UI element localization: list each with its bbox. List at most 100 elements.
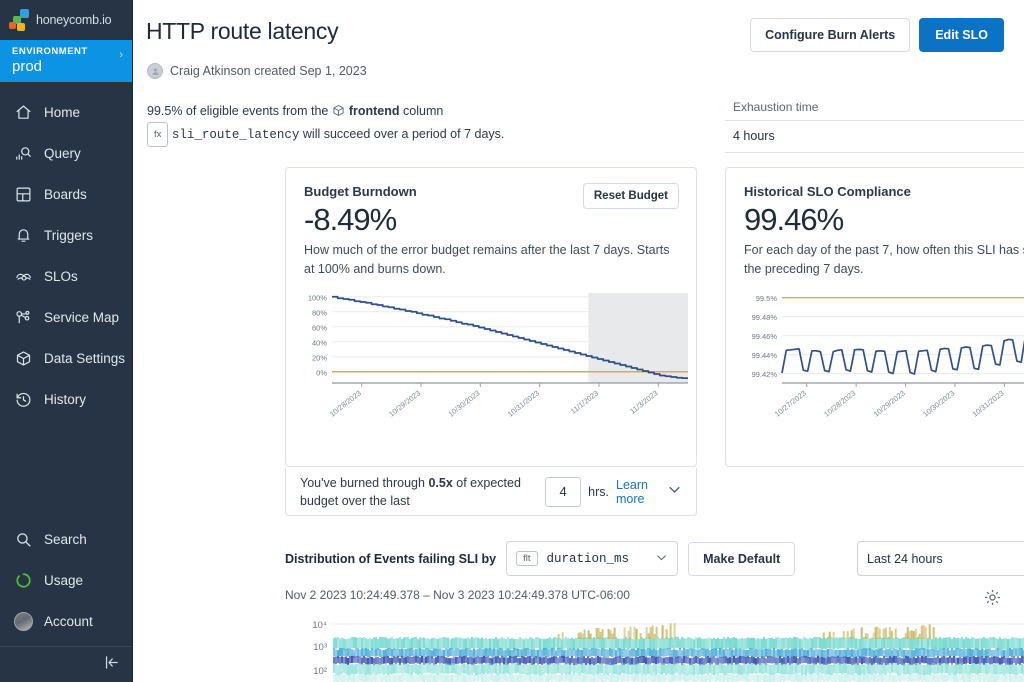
sidebar-item-history[interactable]: History <box>0 379 132 420</box>
burn-hours-input[interactable] <box>545 476 582 507</box>
distribution-timestamp: Nov 2 2023 10:24:49.378 – Nov 3 2023 10:… <box>285 588 630 602</box>
sidebar-item-service-map[interactable]: Service Map <box>0 297 132 338</box>
sli-suffix: will succeed over a period of 7 days. <box>302 126 505 141</box>
make-default-button[interactable]: Make Default <box>688 541 796 576</box>
svg-text:10⁴: 10⁴ <box>312 620 327 631</box>
svg-text:10/28/2023: 10/28/2023 <box>328 388 363 418</box>
exhaustion-table: Exhaustion time Status 4 hours Triggered <box>725 100 1024 153</box>
main-content: HTTP route latency Configure Burn Alerts… <box>133 0 1024 682</box>
chevron-right-icon: › <box>119 49 123 61</box>
column-header-exhaustion-time: Exhaustion time <box>733 100 819 114</box>
duration-ms-distribution-heatmap[interactable]: 10⁴ 10³ 10² <box>285 612 1024 682</box>
sidebar-collapse-button[interactable] <box>0 646 132 682</box>
card-description: How much of the error budget remains aft… <box>304 243 670 276</box>
chevron-down-icon[interactable] <box>665 482 684 501</box>
boards-grid-icon <box>14 185 33 204</box>
burn-rate-text: You've burned through 0.5x of expected b… <box>300 474 538 510</box>
sidebar-item-label: History <box>44 392 87 407</box>
sli-column-word: column <box>403 104 444 118</box>
time-range-value: Last 24 hours <box>867 551 943 566</box>
svg-text:10/31/2023: 10/31/2023 <box>971 388 1006 418</box>
svg-text:10/28/2023: 10/28/2023 <box>822 388 857 418</box>
sidebar-item-search[interactable]: Search <box>0 519 132 560</box>
sidebar-item-query[interactable]: Query <box>0 133 132 174</box>
svg-text:40%: 40% <box>312 338 327 347</box>
configure-burn-alerts-button[interactable]: Configure Burn Alerts <box>750 18 911 52</box>
service-map-nodes-icon <box>14 308 33 327</box>
sidebar-item-home[interactable]: Home <box>0 92 132 133</box>
sidebar-item-data-settings[interactable]: Data Settings <box>0 338 132 379</box>
svg-text:10²: 10² <box>313 666 327 677</box>
sli-prefix: 99.5% of eligible events from the <box>147 104 329 118</box>
table-header-row: Exhaustion time Status <box>725 100 1024 121</box>
sli-name: sli_route_latency <box>171 127 300 142</box>
historical-compliance-card: Historical SLO Compliance 99.46% For eac… <box>725 167 1024 467</box>
edit-slo-button[interactable]: Edit SLO <box>919 18 1004 52</box>
learn-more-link[interactable]: Learn more <box>616 478 658 506</box>
sidebar-item-label: Triggers <box>44 228 94 243</box>
sidebar: honeycomb.io ENVIRONMENT prod › Home Que… <box>0 0 133 682</box>
hours-unit-label: hrs. <box>588 484 609 499</box>
burn-rate-footer: You've burned through 0.5x of expected b… <box>285 468 697 516</box>
collapse-left-icon <box>103 654 120 676</box>
card-description: For each day of the past 7, how often th… <box>744 243 1024 276</box>
historical-compliance-value: 99.46% <box>744 202 844 237</box>
historical-compliance-chart: 99.5% 99.48% 99.46% 99.44% 99.42% 10/27/2023 1… <box>726 285 1024 440</box>
byline-text: Craig Atkinson created Sep 1, 2023 <box>170 64 367 78</box>
svg-text:20%: 20% <box>312 353 327 362</box>
sidebar-item-label: Query <box>44 146 81 161</box>
svg-text:99.42%: 99.42% <box>752 370 778 379</box>
distribution-column-value: duration_ms <box>546 551 630 566</box>
cube-icon <box>14 349 33 368</box>
sidebar-item-label: Usage <box>44 573 84 588</box>
distribution-label: Distribution of Events failing SLI by <box>285 551 497 566</box>
svg-text:10/29/2023: 10/29/2023 <box>387 388 422 418</box>
header-actions: Configure Burn Alerts Edit SLO <box>750 18 1004 52</box>
svg-text:99.5%: 99.5% <box>756 294 778 303</box>
svg-text:11/1/2023: 11/1/2023 <box>569 388 600 415</box>
svg-text:11/3/2023: 11/3/2023 <box>628 388 659 415</box>
exhaustion-time-value: 4 hours <box>733 129 775 143</box>
main-navigation: Home Query Boards Triggers SLOs Service … <box>0 82 132 519</box>
sidebar-bottom-navigation: Search Usage Account <box>0 519 132 646</box>
search-icon <box>14 530 33 549</box>
column-type-badge: flt <box>516 551 538 566</box>
svg-text:99.48%: 99.48% <box>752 313 778 322</box>
sli-description: 99.5% of eligible events from the fronte… <box>147 101 577 147</box>
time-range-select[interactable]: Last 24 hours <box>857 541 1024 576</box>
chart-settings-button[interactable] <box>983 588 1002 612</box>
chevron-down-icon <box>655 551 668 567</box>
fx-badge: fx <box>147 122 169 147</box>
distribution-column-select[interactable]: flt duration_ms <box>506 541 679 576</box>
usage-ring-icon <box>14 571 33 590</box>
gear-icon <box>983 589 1002 611</box>
page-header: HTTP route latency Configure Burn Alerts… <box>133 0 1024 52</box>
user-avatar-icon <box>147 63 163 79</box>
environment-value: prod <box>12 58 43 75</box>
logo-text: honeycomb.io <box>36 13 112 27</box>
byline: Craig Atkinson created Sep 1, 2023 <box>147 63 1024 79</box>
burn-rate-value: 0.5x <box>428 475 453 490</box>
bell-icon <box>14 226 33 245</box>
environment-selector[interactable]: ENVIRONMENT prod › <box>0 40 132 82</box>
sidebar-item-triggers[interactable]: Triggers <box>0 215 132 256</box>
sidebar-item-label: Home <box>44 105 81 120</box>
environment-label: ENVIRONMENT <box>12 46 88 57</box>
svg-text:60%: 60% <box>312 323 327 332</box>
sidebar-item-usage[interactable]: Usage <box>0 560 132 601</box>
sidebar-item-account[interactable]: Account <box>0 601 132 642</box>
svg-text:100%: 100% <box>308 293 328 302</box>
handshake-icon <box>14 267 33 286</box>
avatar-icon <box>14 612 33 631</box>
sidebar-item-slos[interactable]: SLOs <box>0 256 132 297</box>
sli-column-name: frontend <box>348 104 400 118</box>
sidebar-item-label: Service Map <box>44 310 120 325</box>
home-icon <box>14 103 33 122</box>
reset-budget-button[interactable]: Reset Budget <box>582 183 679 209</box>
honeycomb-dots-icon <box>9 8 35 32</box>
card-title: Historical SLO Compliance <box>744 184 911 199</box>
sidebar-item-boards[interactable]: Boards <box>0 174 132 215</box>
app-root: honeycomb.io ENVIRONMENT prod › Home Que… <box>0 0 1024 682</box>
logo[interactable]: honeycomb.io <box>0 0 132 40</box>
budget-burndown-chart: 100% 80% 60% 40% 20% 0% 10/28/2023 10/29/2023 10… <box>286 285 696 440</box>
